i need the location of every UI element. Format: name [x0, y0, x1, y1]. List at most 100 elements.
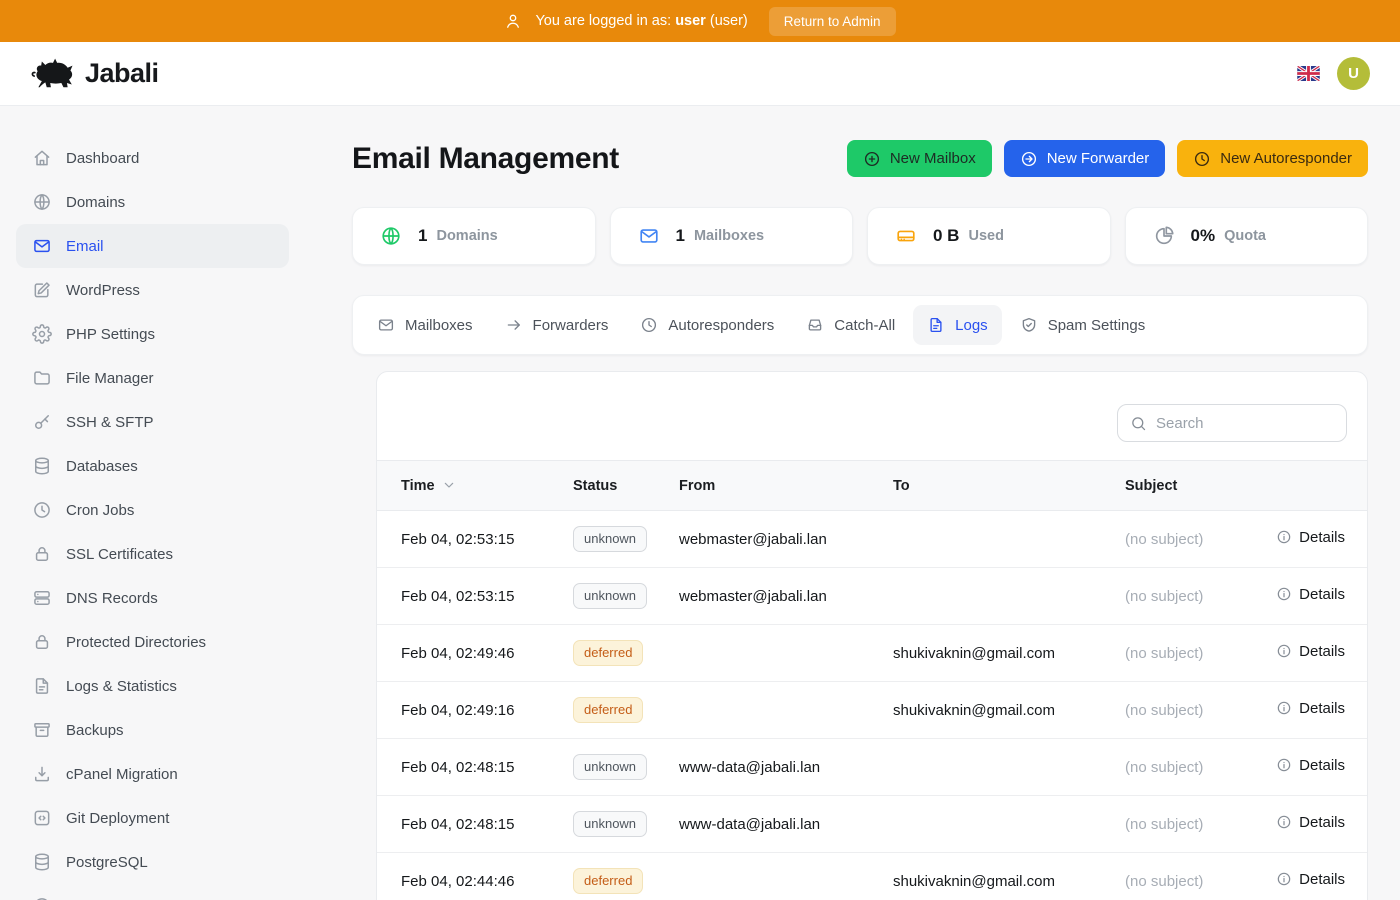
tab-logs[interactable]: Logs [913, 305, 1002, 345]
details-link[interactable]: Details [1255, 796, 1367, 853]
table-row: Feb 04, 02:44:46deferredshukivaknin@gmai… [377, 853, 1367, 900]
sidebar-item-backups[interactable]: Backups [16, 708, 289, 752]
details-link[interactable]: Details [1255, 739, 1367, 796]
log-from: www-data@jabali.lan [679, 739, 893, 796]
stat-label: Used [968, 228, 1003, 244]
table-row: Feb 04, 02:53:15unknownwebmaster@jabali.… [377, 511, 1367, 568]
sidebar-item-cpanel-migration[interactable]: cPanel Migration [16, 752, 289, 796]
language-flag-icon[interactable] [1297, 66, 1320, 81]
sidebar-item-file-manager[interactable]: File Manager [16, 356, 289, 400]
sidebar-item-dns-records[interactable]: DNS Records [16, 576, 289, 620]
boar-icon [30, 56, 76, 92]
details-link[interactable]: Details [1255, 511, 1367, 568]
sidebar-item-label: PostgreSQL [66, 854, 148, 871]
column-header-to: To [893, 461, 1125, 511]
arrowright-icon [505, 316, 523, 334]
topbar: You are logged in as: user (user) Return… [0, 0, 1400, 42]
pluscircle-icon [863, 150, 881, 168]
new-mailbox-button[interactable]: New Mailbox [847, 140, 992, 177]
button-label: New Autoresponder [1220, 150, 1352, 167]
table-row: Feb 04, 02:48:15unknownwww-data@jabali.l… [377, 739, 1367, 796]
log-to [893, 568, 1125, 625]
details-link[interactable]: Details [1255, 568, 1367, 625]
sidebar-item-postgresql[interactable]: PostgreSQL [16, 840, 289, 884]
sidebar-nav: Dashboard Domains EmailWordPressPHP Settin… [0, 106, 305, 900]
clock-icon [32, 500, 52, 520]
details-link[interactable]: Details [1255, 682, 1367, 739]
return-to-admin-button[interactable]: Return to Admin [769, 7, 896, 36]
status-badge: deferred [573, 640, 643, 666]
mail-icon [377, 316, 395, 334]
tab-label: Mailboxes [405, 317, 473, 334]
clock-icon [640, 316, 658, 334]
sidebar-item-protected-directories[interactable]: Protected Directories [16, 620, 289, 664]
code-icon [32, 808, 52, 828]
log-from [679, 682, 893, 739]
sidebar-item-label: File Manager [66, 370, 154, 387]
tab-label: Forwarders [533, 317, 609, 334]
pencil-icon [32, 280, 52, 300]
logged-in-username: user [675, 13, 706, 29]
tab-forwarders[interactable]: Forwarders [491, 305, 623, 345]
sidebar-item-label: Backups [66, 722, 124, 739]
user-avatar[interactable]: U [1337, 57, 1370, 90]
details-link[interactable]: Details [1255, 853, 1367, 900]
lock-icon [32, 632, 52, 652]
table-row: Feb 04, 02:49:16deferredshukivaknin@gmai… [377, 682, 1367, 739]
sidebar-item-logs-statistics[interactable]: Logs & Statistics [16, 664, 289, 708]
sidebar-item-databases[interactable]: Databases [16, 444, 289, 488]
details-label: Details [1299, 529, 1345, 546]
log-from: webmaster@jabali.lan [679, 568, 893, 625]
search-box[interactable] [1117, 404, 1347, 442]
inbox-icon [806, 316, 824, 334]
tab-label: Logs [955, 317, 988, 334]
details-label: Details [1299, 757, 1345, 774]
status-badge: deferred [573, 697, 643, 723]
brand-logo[interactable]: Jabali [30, 56, 159, 92]
database-icon [32, 456, 52, 476]
stat-value: 1 [676, 226, 685, 246]
column-header-time[interactable]: Time [377, 461, 573, 511]
globe-icon [32, 192, 52, 212]
log-time: Feb 04, 02:44:46 [377, 853, 573, 900]
sidebar-item-git-deployment[interactable]: Git Deployment [16, 796, 289, 840]
sidebar-item-dashboard[interactable]: Dashboard [16, 136, 289, 180]
sidebar-item-wordpress[interactable]: WordPress [16, 268, 289, 312]
sidebar-item-ssl-certificates[interactable]: SSL Certificates [16, 532, 289, 576]
tab-autoresponders[interactable]: Autoresponders [626, 305, 788, 345]
sidebar-item-ssh-sftp[interactable]: SSH & SFTP [16, 400, 289, 444]
mail-icon [32, 236, 52, 256]
chevron-down-icon [441, 477, 457, 493]
sidebar-item-item[interactable] [16, 884, 289, 900]
sidebar-item-php-settings[interactable]: PHP Settings [16, 312, 289, 356]
search-input[interactable] [1156, 415, 1334, 432]
tab-mailboxes[interactable]: Mailboxes [363, 305, 487, 345]
info-icon [1276, 757, 1292, 773]
column-header-subject: Subject [1125, 461, 1255, 511]
log-to [893, 796, 1125, 853]
details-label: Details [1299, 814, 1345, 831]
info-icon [1276, 871, 1292, 887]
info-icon [1276, 643, 1292, 659]
sidebar-item-domains[interactable]: Domains [16, 180, 289, 224]
tab-spam-settings[interactable]: Spam Settings [1006, 305, 1160, 345]
sidebar-item-label: Domains [66, 194, 125, 211]
sidebar-item-cron-jobs[interactable]: Cron Jobs [16, 488, 289, 532]
info-icon [1276, 586, 1292, 602]
column-header-status: Status [573, 461, 679, 511]
details-label: Details [1299, 871, 1345, 888]
log-to [893, 511, 1125, 568]
stat-cards: 1Domains1Mailboxes0 BUsed0%Quota [352, 207, 1368, 265]
table-row: Feb 04, 02:53:15unknownwebmaster@jabali.… [377, 568, 1367, 625]
sidebar-item-email[interactable]: Email [16, 224, 289, 268]
log-table-body: Feb 04, 02:53:15unknownwebmaster@jabali.… [377, 511, 1367, 900]
new-autoresponder-button[interactable]: New Autoresponder [1177, 140, 1368, 177]
sidebar-item-label: Protected Directories [66, 634, 206, 651]
home-icon [32, 148, 52, 168]
tab-catch-all[interactable]: Catch-All [792, 305, 909, 345]
main-content: Email Management New MailboxNew Forwarde… [305, 106, 1400, 900]
stat-value: 0 B [933, 226, 959, 246]
tab-label: Catch-All [834, 317, 895, 334]
new-forwarder-button[interactable]: New Forwarder [1004, 140, 1166, 177]
details-link[interactable]: Details [1255, 625, 1367, 682]
